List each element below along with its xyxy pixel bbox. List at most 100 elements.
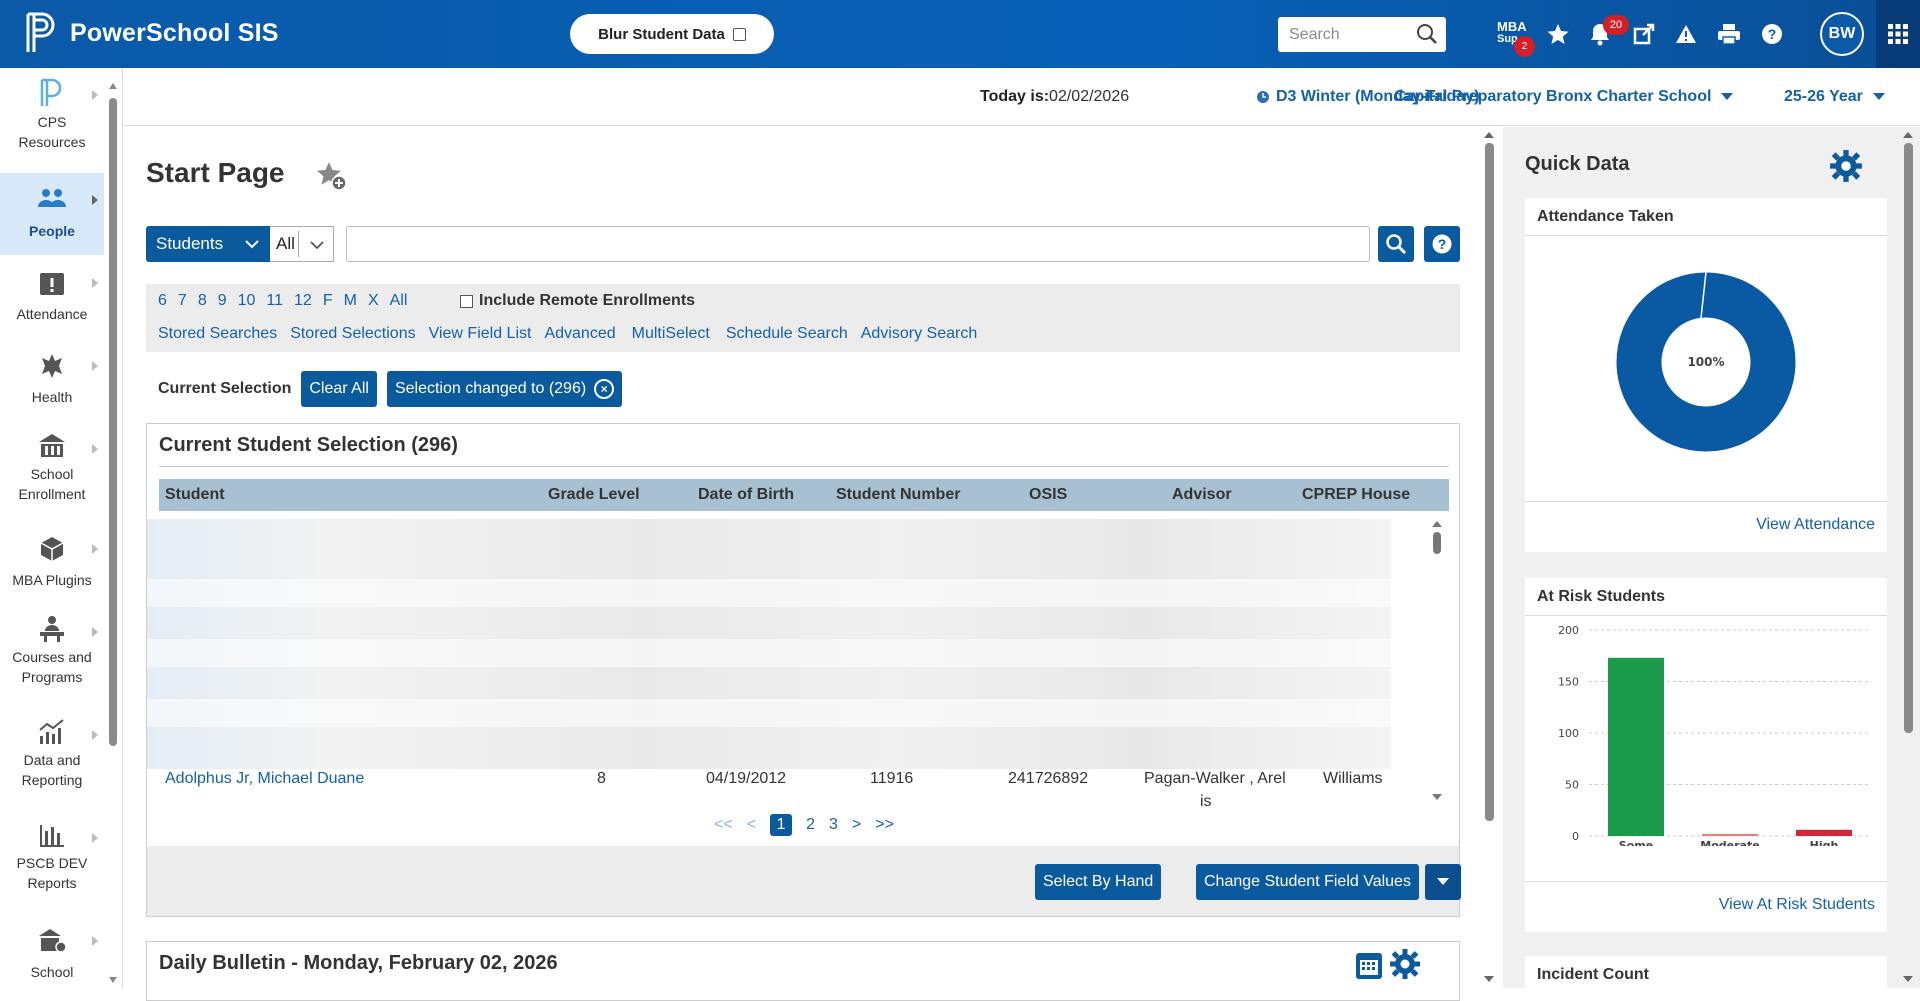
scroll-up-icon[interactable] (1902, 130, 1914, 140)
view-at-risk-students-link[interactable]: View At Risk Students (1719, 896, 1875, 914)
app-grid-icon[interactable] (1876, 0, 1920, 68)
sidebar-item-mba-plugins[interactable]: MBA Plugins (0, 522, 104, 604)
external-link-icon[interactable] (1630, 20, 1658, 48)
people-icon (35, 183, 69, 217)
cube-icon (35, 532, 69, 566)
scroll-down-icon[interactable] (1902, 974, 1914, 984)
view-attendance-link[interactable]: View Attendance (1756, 516, 1875, 534)
student-search-input[interactable] (346, 226, 1370, 262)
gender-link[interactable]: X (368, 292, 379, 310)
multiselect-link[interactable]: MultiSelect (632, 325, 710, 343)
search-submit-button[interactable] (1378, 226, 1414, 262)
last-page-link[interactable]: >> (875, 816, 894, 834)
column-header-cprep-house[interactable]: CPREP House (1302, 486, 1410, 504)
table-scrollbar[interactable] (1431, 516, 1443, 806)
table-scroll-thumb[interactable] (1433, 532, 1441, 554)
sidebar-item-health[interactable]: Health (0, 339, 104, 421)
advisory-search-link[interactable]: Advisory Search (861, 325, 978, 343)
alert-triangle-icon[interactable] (1672, 20, 1700, 48)
scroll-down-icon[interactable] (1483, 974, 1495, 984)
year-selector[interactable]: 25-26 Year (1784, 88, 1885, 106)
column-header-advisor[interactable]: Advisor (1172, 486, 1232, 504)
scroll-up-icon[interactable] (1431, 519, 1443, 529)
schedule-search-link[interactable]: Schedule Search (726, 325, 848, 343)
prev-page-link[interactable]: < (747, 816, 756, 834)
quick-scroll-thumb[interactable] (1904, 143, 1913, 733)
today-value: 02/02/2026 (1049, 88, 1130, 105)
user-avatar[interactable]: BW (1820, 12, 1864, 56)
grade-link[interactable]: 8 (198, 292, 207, 310)
gender-link[interactable]: M (344, 292, 357, 310)
advanced-link[interactable]: Advanced (544, 325, 615, 343)
column-header-student-number[interactable]: Student Number (836, 486, 960, 504)
sidebar-item-school-enrollment[interactable]: School Enrollment (0, 422, 104, 504)
grade-link[interactable]: 12 (294, 292, 312, 310)
close-icon[interactable]: × (594, 379, 615, 399)
page-link-current[interactable]: 1 (770, 814, 793, 836)
calendar-icon[interactable] (1355, 952, 1383, 980)
scroll-up-icon[interactable] (1483, 130, 1495, 140)
stored-selections-link[interactable]: Stored Selections (290, 325, 415, 343)
help-icon[interactable]: ? (1758, 20, 1786, 48)
next-page-link[interactable]: > (852, 816, 861, 834)
school-selector[interactable]: Capital Preparatory Bronx Charter School (1394, 88, 1734, 106)
column-header-osis[interactable]: OSIS (1029, 486, 1067, 504)
all-link[interactable]: All (390, 292, 408, 310)
page-link[interactable]: 3 (829, 816, 838, 834)
scroll-up-icon[interactable] (108, 81, 118, 91)
sidebar-item-attendance[interactable]: Attendance (0, 256, 104, 338)
table-row[interactable]: Adolphus Jr, Michael Duane 8 04/19/2012 … (159, 770, 1409, 810)
global-search-input[interactable]: Search (1278, 17, 1446, 52)
stored-searches-link[interactable]: Stored Searches (158, 325, 277, 343)
add-favorite-icon[interactable] (314, 159, 348, 193)
sidebar-item-courses-and-programs[interactable]: Courses and Programs (0, 605, 104, 687)
bar-some[interactable] (1608, 657, 1664, 836)
scroll-down-icon[interactable] (1431, 792, 1443, 802)
first-page-link[interactable]: << (714, 816, 733, 834)
search-icon[interactable] (1416, 23, 1438, 45)
grade-link[interactable]: 10 (238, 292, 256, 310)
sidebar-item-people[interactable]: People (0, 173, 104, 255)
scroll-down-icon[interactable] (108, 975, 118, 985)
page-link[interactable]: 2 (806, 816, 815, 834)
main-scrollbar[interactable] (1483, 127, 1495, 988)
bar-high[interactable] (1796, 829, 1852, 836)
bar-moderate[interactable] (1702, 833, 1758, 836)
change-student-field-values-button[interactable]: Change Student Field Values (1196, 864, 1419, 900)
grade-link[interactable]: 11 (266, 292, 283, 310)
remote-enrollments-checkbox[interactable] (460, 294, 473, 308)
column-header-student[interactable]: Student (165, 486, 225, 504)
grade-link[interactable]: 7 (178, 292, 187, 310)
printer-icon[interactable] (1715, 20, 1743, 48)
column-header-grade-level[interactable]: Grade Level (548, 486, 640, 504)
gender-link[interactable]: F (323, 292, 333, 310)
select-by-hand-button[interactable]: Select By Hand (1035, 864, 1162, 900)
sidebar-item-cps-resources[interactable]: CPS Resources (0, 68, 104, 150)
sidebar-item-data-and-reporting[interactable]: Data and Reporting (0, 708, 104, 790)
sidebar-item-pscb-dev-reports[interactable]: PSCB DEV Reports (0, 811, 104, 893)
gear-icon[interactable] (1389, 948, 1421, 980)
clear-all-button[interactable]: Clear All (301, 371, 377, 407)
star-icon[interactable] (1544, 20, 1572, 48)
blur-checkbox[interactable] (732, 27, 746, 41)
sidebar-scroll-thumb[interactable] (109, 98, 117, 746)
divider (1525, 501, 1887, 502)
gear-icon[interactable] (1829, 149, 1863, 183)
quick-data-scrollbar[interactable] (1902, 127, 1916, 988)
view-field-list-link[interactable]: View Field List (429, 325, 532, 343)
blur-student-data-toggle[interactable]: Blur Student Data (570, 14, 774, 54)
search-scope-select[interactable]: All (270, 226, 334, 262)
sidebar-item-school[interactable]: School (0, 914, 104, 996)
student-name-link[interactable]: Adolphus Jr, Michael Duane (165, 770, 364, 788)
column-header-date-of-birth[interactable]: Date of Birth (698, 486, 794, 504)
main-scroll-thumb[interactable] (1485, 143, 1494, 821)
grade-link[interactable]: 6 (158, 292, 167, 310)
grade-link[interactable]: 9 (218, 292, 227, 310)
sidebar-scrollbar[interactable] (108, 78, 118, 988)
selection-changed-chip[interactable]: Selection changed to (296) × (386, 371, 623, 407)
search-type-select[interactable]: Students (146, 226, 270, 262)
brand[interactable]: PowerSchool SIS (24, 12, 279, 54)
more-actions-button[interactable] (1425, 864, 1461, 900)
include-remote-enrollments[interactable]: Include Remote Enrollments (460, 292, 695, 310)
search-help-button[interactable]: ? (1424, 226, 1460, 262)
